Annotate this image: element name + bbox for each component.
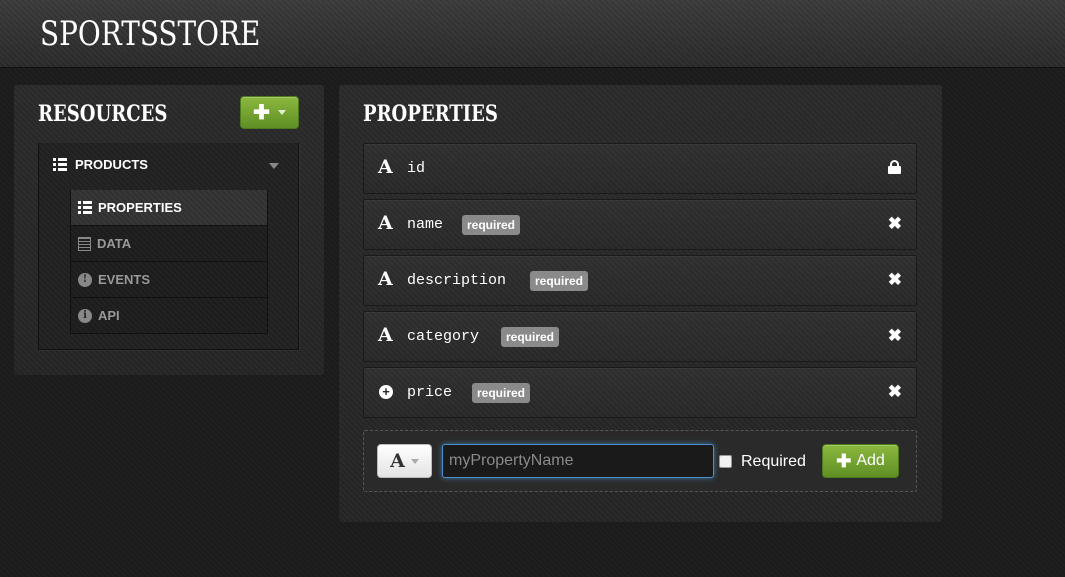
add-label: Add bbox=[856, 452, 885, 469]
subitem-label: PROPERTIES bbox=[98, 200, 182, 215]
plus-icon: ✚ bbox=[836, 450, 852, 471]
brand-logo[interactable]: SPORTSSTORE bbox=[40, 14, 260, 54]
string-type-icon: A bbox=[390, 450, 405, 472]
properties-panel: PROPERTIES A id A name required ✖ A desc… bbox=[339, 85, 942, 522]
remove-icon[interactable]: ✖ bbox=[888, 214, 902, 234]
properties-title: PROPERTIES bbox=[363, 101, 498, 127]
string-type-icon: A bbox=[378, 156, 393, 178]
caret-down-icon bbox=[410, 458, 419, 464]
add-property-button[interactable]: ✚ Add bbox=[822, 444, 899, 478]
number-type-icon: + bbox=[379, 385, 393, 399]
resource-tree: PRODUCTS PROPERTIES DATA ! EVENTS i API bbox=[38, 143, 299, 350]
subitem-label: EVENTS bbox=[98, 272, 151, 287]
property-name: price bbox=[407, 384, 453, 401]
property-row-name[interactable]: A name required ✖ bbox=[363, 199, 917, 250]
subitem-label: DATA bbox=[97, 236, 132, 251]
list-icon bbox=[78, 201, 92, 214]
resources-panel: RESOURCES ✚ PRODUCTS PROPERTIES DATA ! E… bbox=[14, 85, 324, 375]
required-label[interactable]: Required bbox=[741, 453, 806, 471]
property-name: name bbox=[407, 216, 444, 233]
remove-icon[interactable]: ✖ bbox=[888, 382, 902, 402]
subitem-label: API bbox=[98, 308, 120, 323]
string-type-icon: A bbox=[378, 212, 393, 234]
required-badge: required bbox=[501, 327, 560, 347]
property-type-dropdown[interactable]: A bbox=[377, 444, 432, 478]
resource-label: PRODUCTS bbox=[75, 157, 148, 172]
resource-subitem-data[interactable]: DATA bbox=[70, 226, 268, 262]
resource-item-products[interactable]: PRODUCTS bbox=[53, 157, 148, 172]
collapse-caret-icon[interactable] bbox=[269, 163, 279, 169]
required-badge: required bbox=[472, 383, 531, 403]
list-icon bbox=[53, 158, 67, 171]
top-navbar: SPORTSSTORE bbox=[0, 0, 1065, 68]
required-checkbox[interactable] bbox=[719, 455, 732, 468]
caret-down-icon bbox=[277, 110, 286, 115]
info-icon: i bbox=[78, 308, 92, 323]
resource-subitem-events[interactable]: ! EVENTS bbox=[70, 262, 268, 298]
string-type-icon: A bbox=[378, 324, 393, 346]
property-row-id[interactable]: A id bbox=[363, 143, 917, 194]
property-name: description bbox=[407, 272, 507, 289]
string-type-icon: A bbox=[378, 268, 393, 290]
remove-icon[interactable]: ✖ bbox=[888, 326, 902, 346]
property-name-input[interactable] bbox=[442, 444, 714, 478]
resource-subitem-api[interactable]: i API bbox=[70, 298, 268, 334]
property-name: category bbox=[407, 328, 480, 345]
remove-icon[interactable]: ✖ bbox=[888, 270, 902, 290]
new-property-form: A Required ✚ Add bbox=[363, 430, 917, 492]
add-resource-button[interactable]: ✚ bbox=[240, 96, 299, 129]
property-row-category[interactable]: A category required ✖ bbox=[363, 311, 917, 362]
resources-title: RESOURCES bbox=[38, 101, 168, 127]
property-row-price[interactable]: + price required ✖ bbox=[363, 367, 917, 418]
property-name: id bbox=[407, 160, 426, 177]
plus-icon: ✚ bbox=[253, 102, 270, 124]
table-icon bbox=[78, 236, 91, 251]
resource-subitem-properties[interactable]: PROPERTIES bbox=[70, 190, 268, 226]
required-badge: required bbox=[462, 215, 521, 235]
property-row-description[interactable]: A description required ✖ bbox=[363, 255, 917, 306]
lock-icon bbox=[888, 160, 901, 174]
required-badge: required bbox=[530, 271, 589, 291]
exclamation-icon: ! bbox=[78, 272, 92, 287]
